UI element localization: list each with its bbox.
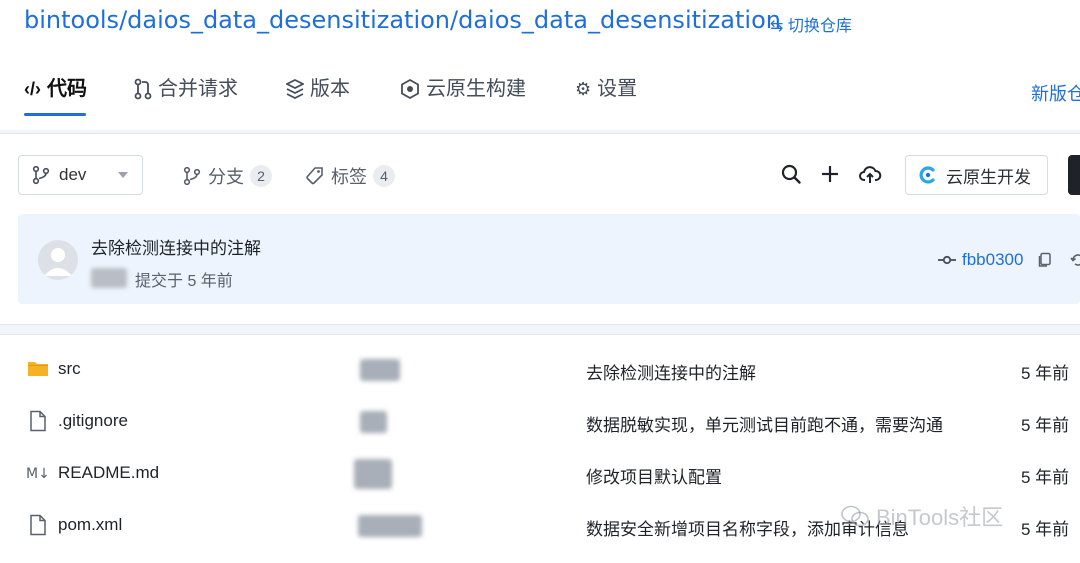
branch-select[interactable]: dev	[18, 155, 143, 195]
layers-icon	[286, 79, 304, 99]
file-commit-message[interactable]: 修改项目默认配置	[586, 463, 722, 488]
repo-tabs: ‹/› 代码 合并请求 版本 云原生构建 ⚙ 设置	[0, 68, 1080, 116]
commit-icon	[938, 255, 956, 265]
avatar	[38, 240, 78, 280]
cloud-build-icon	[401, 78, 419, 100]
file-author	[360, 359, 400, 381]
tab-code[interactable]: ‹/› 代码	[24, 68, 87, 116]
gear-icon: ⚙	[575, 79, 592, 99]
tags-label: 标签	[331, 167, 367, 187]
file-name[interactable]: pom.xml	[58, 515, 122, 535]
branches-link[interactable]: 分支 2	[182, 163, 272, 189]
cloud-dev-button[interactable]: 云原生开发	[905, 155, 1048, 195]
user-icon	[44, 248, 72, 276]
file-time: 5 年前	[1021, 520, 1070, 539]
tab-settings[interactable]: ⚙ 设置	[575, 68, 637, 116]
branches-count-badge: 2	[250, 165, 272, 187]
file-icon	[30, 514, 46, 536]
tag-icon	[306, 167, 323, 185]
file-commit-message[interactable]: 去除检测连接中的注解	[586, 359, 756, 384]
file-row-readme[interactable]: M↓ README.md 修改项目默认配置 5 年前	[0, 449, 1080, 501]
cloud-dev-logo-icon	[919, 166, 935, 184]
tags-count-badge: 4	[373, 165, 395, 187]
file-time: 5 年前	[1021, 468, 1070, 487]
file-name[interactable]: .gitignore	[58, 411, 128, 431]
file-commit-message[interactable]: 数据脱敏实现，单元测试目前跑不通，需要沟通	[586, 411, 943, 436]
branch-select-value: dev	[59, 165, 87, 184]
file-author	[354, 459, 392, 489]
clone-button[interactable]	[1068, 155, 1080, 195]
markdown-icon: M↓	[26, 466, 50, 482]
file-author	[358, 515, 422, 537]
history-icon[interactable]	[1070, 252, 1080, 268]
repo-toolbar-panel: dev 分支 2 标签 4 云原生开发 去除检测连接中的注解 提交于 5 年前 …	[0, 133, 1080, 325]
folder-icon	[28, 362, 48, 376]
tab-cloud-build[interactable]: 云原生构建	[400, 68, 526, 116]
commit-hash-link[interactable]: fbb0300	[938, 250, 1053, 270]
tab-releases[interactable]: 版本	[286, 68, 350, 116]
file-time: 5 年前	[1021, 416, 1070, 435]
commit-hash: fbb0300	[962, 250, 1024, 269]
file-icon	[30, 410, 46, 432]
branch-icon	[183, 166, 201, 186]
search-icon[interactable]	[779, 162, 803, 186]
tags-link[interactable]: 标签 4	[305, 163, 395, 189]
tab-releases-label: 版本	[310, 78, 350, 100]
commit-message[interactable]: 去除检测连接中的注解	[91, 234, 261, 259]
latest-commit: 去除检测连接中的注解 提交于 5 年前 fbb0300	[18, 214, 1080, 304]
watermark-text: BinTools社区	[876, 505, 1004, 530]
plus-icon[interactable]	[818, 162, 842, 186]
file-name[interactable]: src	[58, 359, 81, 379]
tab-settings-label: 设置	[597, 78, 638, 100]
wechat-icon	[841, 505, 869, 527]
tab-pull-requests[interactable]: 合并请求	[134, 68, 238, 116]
copy-icon[interactable]	[1037, 252, 1053, 268]
cloud-dev-label: 云原生开发	[946, 167, 1031, 187]
tab-pull-requests-label: 合并请求	[158, 78, 238, 100]
svg-text:M↓: M↓	[26, 466, 50, 482]
tab-code-label: 代码	[47, 78, 87, 100]
code-icon: ‹/›	[24, 79, 41, 99]
branch-icon	[32, 165, 50, 185]
cloud-upload-icon[interactable]	[858, 162, 882, 186]
repo-header: bintools/daios_data_desensitization/daio…	[0, 0, 1080, 130]
switch-repo-button[interactable]: ⇆ 切换仓库	[770, 12, 852, 36]
commit-author	[91, 268, 127, 288]
pull-request-icon	[134, 78, 152, 100]
branches-label: 分支	[208, 167, 244, 187]
file-name[interactable]: README.md	[58, 463, 159, 483]
file-author	[360, 411, 387, 433]
chevron-down-icon	[118, 172, 128, 178]
commit-time: 提交于 5 年前	[135, 273, 233, 290]
new-version-link[interactable]: 新版仓	[1031, 80, 1080, 106]
file-time: 5 年前	[1021, 364, 1070, 383]
file-row-src[interactable]: src 去除检测连接中的注解 5 年前	[0, 345, 1080, 397]
tab-cloud-build-label: 云原生构建	[426, 78, 526, 100]
watermark: BinTools社区	[840, 500, 1003, 532]
file-row-gitignore[interactable]: .gitignore 数据脱敏实现，单元测试目前跑不通，需要沟通 5 年前	[0, 397, 1080, 449]
repo-path-link[interactable]: bintools/daios_data_desensitization/daio…	[24, 6, 781, 34]
